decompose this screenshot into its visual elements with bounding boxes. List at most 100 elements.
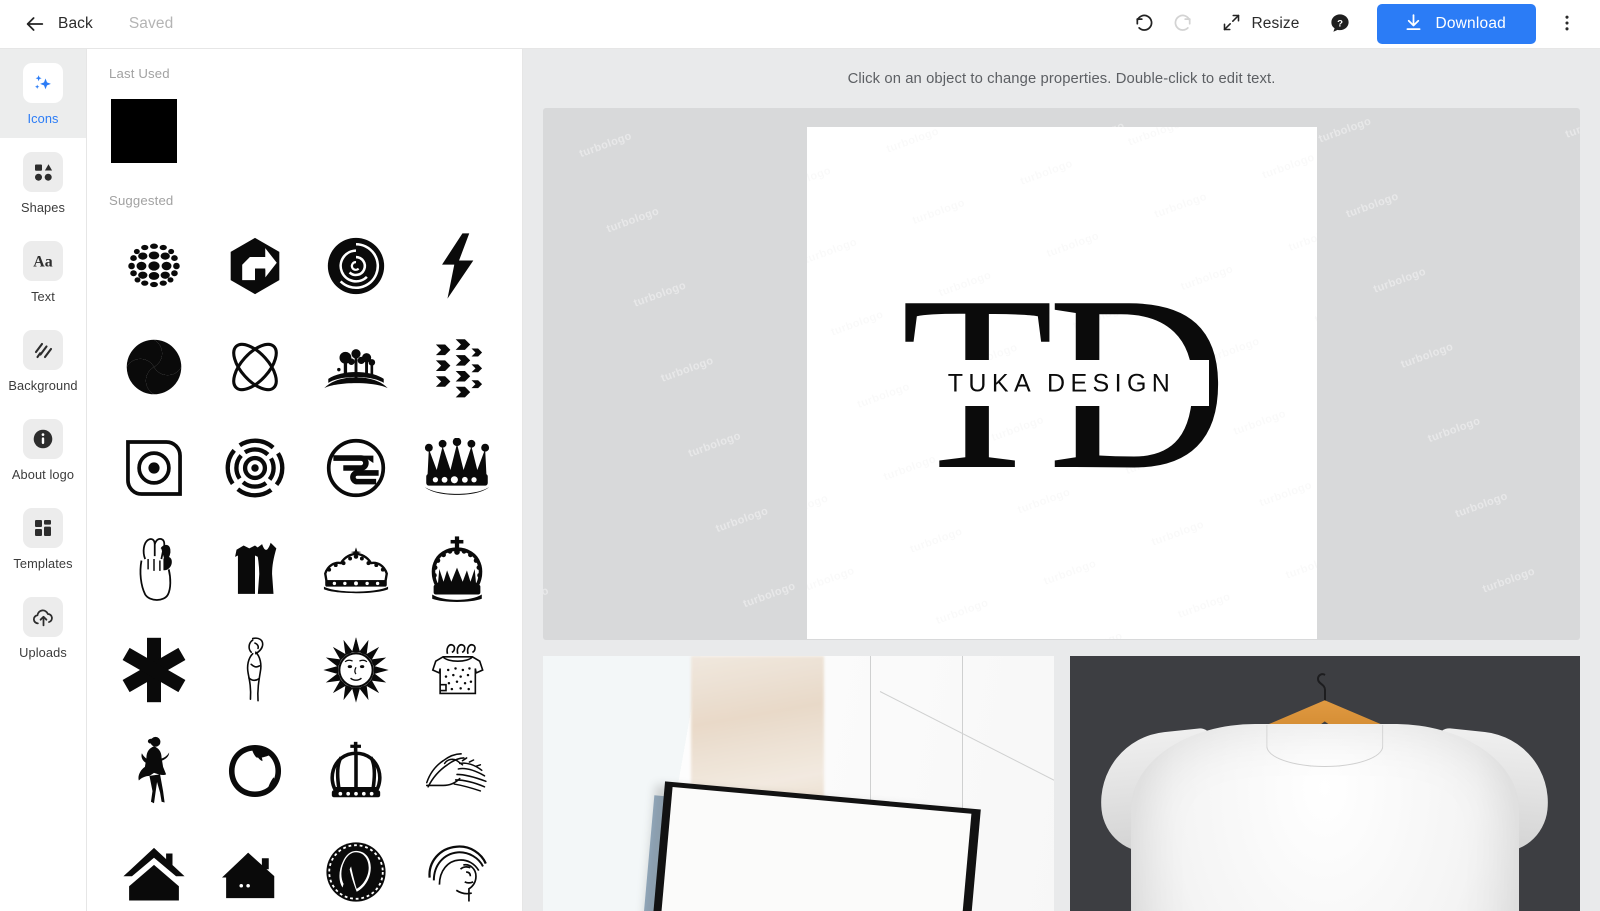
clothing-outfit-icon[interactable] (204, 518, 305, 619)
circle-monogram-icon[interactable] (305, 417, 406, 518)
asterisk-star-icon[interactable] (103, 619, 204, 720)
sidebar-item-text[interactable]: Aa Text (0, 227, 86, 316)
sidebar-item-label: About logo (11, 467, 75, 482)
sidebar-item-label: Templates (13, 556, 73, 571)
editor-body: Icons Shapes Aa Text Background About lo… (0, 49, 1600, 911)
watermark-text: turbologo (1399, 340, 1456, 371)
saved-status: Saved (128, 15, 174, 32)
info-icon (23, 419, 63, 459)
mockup-strip: TD (543, 656, 1580, 911)
house-chimney-icon[interactable] (204, 821, 305, 911)
fist-hand-icon[interactable] (103, 518, 204, 619)
sidebar-item-label: Shapes (20, 200, 65, 215)
sidebar-item-about-logo[interactable]: About logo (0, 405, 86, 494)
canvas-area: Click on an object to change properties.… (523, 49, 1600, 911)
watermark-text: turbologo (1417, 589, 1580, 640)
halftone-sphere-icon[interactable] (103, 215, 204, 316)
trees-hill-icon[interactable] (305, 316, 406, 417)
sun-face-icon[interactable] (305, 619, 406, 720)
download-icon (1403, 12, 1424, 36)
royal-crown-icon[interactable] (406, 518, 507, 619)
logo-artboard[interactable]: turbologo turbologo turbologo turbologo turb… (543, 108, 1580, 640)
concentric-target-icon[interactable] (204, 417, 305, 518)
poster-mat: TD (655, 786, 972, 911)
sidebar-item-label: Icons (27, 111, 59, 126)
framed-poster-mockup[interactable]: TD (543, 656, 1054, 911)
svg-text:Aa: Aa (33, 254, 52, 271)
watermark-text: turbologo (1500, 135, 1580, 290)
sparkles-icon (23, 63, 63, 103)
ornate-tiara-icon[interactable] (305, 518, 406, 619)
last-used-list (87, 81, 522, 163)
target-square-icon[interactable] (103, 417, 204, 518)
canvas-stage[interactable]: turbologo turbologo turbologo turbologo turb… (523, 108, 1600, 911)
tshirt-collar (1266, 725, 1384, 768)
shapes-icon (23, 152, 63, 192)
sidebar-item-icons[interactable]: Icons (0, 49, 86, 138)
icons-panel[interactable]: Last Used Suggested (87, 49, 523, 911)
jeweled-crown-icon[interactable] (406, 417, 507, 518)
sidebar-item-label: Uploads (19, 645, 67, 660)
dancing-woman-icon[interactable] (103, 720, 204, 821)
cube-stack-icon[interactable] (406, 316, 507, 417)
logo-preview-card[interactable]: turbologoturbologoturbologoturbologoturb… (806, 127, 1317, 639)
sidebar-item-shapes[interactable]: Shapes (0, 138, 86, 227)
poster-logo-text: TD (655, 900, 962, 911)
watermark-text: turbologo (1445, 108, 1580, 139)
watermark-text: turbologo (1564, 110, 1580, 141)
female-figure-line-icon[interactable] (204, 619, 305, 720)
resize-icon (1221, 12, 1242, 36)
back-button[interactable]: Back (18, 9, 99, 39)
sidebar-item-label: Text (31, 289, 55, 304)
help-button[interactable]: ? (1321, 5, 1359, 43)
sidebar-item-templates[interactable]: Templates (0, 494, 86, 583)
more-vertical-icon (1557, 13, 1577, 36)
tshirt-hangers-icon[interactable] (406, 619, 507, 720)
watermark-text: turbologo (1426, 415, 1483, 446)
watermark-text: turbologo (1372, 265, 1428, 296)
hatch-icon (23, 330, 63, 370)
watermark-text: turbologo (543, 384, 596, 539)
brush-circle-icon[interactable] (204, 720, 305, 821)
sidebar-item-background[interactable]: Background (0, 316, 86, 405)
text-aa-icon: Aa (23, 241, 63, 281)
suggested-heading: Suggested (109, 193, 174, 208)
suggested-icon-grid (87, 208, 522, 911)
atom-orbit-icon[interactable] (204, 316, 305, 417)
watermark-text: turbologo (543, 309, 568, 464)
top-toolbar: Back Saved Resize ? Download (0, 0, 1600, 49)
canvas-hint: Click on an object to change properties.… (847, 70, 1276, 87)
woman-hair-icon[interactable] (406, 821, 507, 911)
pinwheel-leaves-icon[interactable] (103, 316, 204, 417)
spiral-swirl-icon[interactable] (305, 215, 406, 316)
watermark-text: turbologo (577, 130, 634, 161)
cube-arrow-icon[interactable] (204, 215, 305, 316)
last-used-swatch[interactable] (111, 99, 177, 163)
hand-lines-icon[interactable] (406, 720, 507, 821)
logo-company-name: TUKA DESIGN (947, 369, 1176, 398)
download-label: Download (1435, 15, 1506, 32)
undo-button[interactable] (1125, 5, 1163, 43)
redo-icon (1171, 11, 1194, 37)
download-button[interactable]: Download (1377, 4, 1536, 44)
lightning-bolt-icon[interactable] (406, 215, 507, 316)
more-options-button[interactable] (1548, 5, 1586, 43)
resize-button[interactable]: Resize (1211, 6, 1309, 42)
last-used-heading: Last Used (109, 66, 170, 81)
redo-button[interactable] (1163, 5, 1201, 43)
watermark-text: turbologo (659, 355, 716, 386)
watermark-text: turbologo (632, 280, 689, 311)
tshirt-hanger-mockup[interactable]: TD (1069, 656, 1580, 911)
watermark-text: turbologo (605, 205, 661, 236)
back-arrow-icon (24, 13, 46, 35)
undo-icon (1133, 11, 1156, 37)
watermark-text: turbologo (1527, 210, 1580, 365)
crown-outline-icon[interactable] (305, 720, 406, 821)
house-roof-icon[interactable] (103, 821, 204, 911)
watermark-text: turbologo (1555, 285, 1580, 440)
sidebar-item-uploads[interactable]: Uploads (0, 583, 86, 672)
hair-badge-icon[interactable] (305, 821, 406, 911)
watermark-text: turbologo (543, 609, 678, 640)
svg-text:?: ? (1338, 18, 1344, 29)
toolbar-right-group: Resize ? Download (1125, 4, 1586, 44)
